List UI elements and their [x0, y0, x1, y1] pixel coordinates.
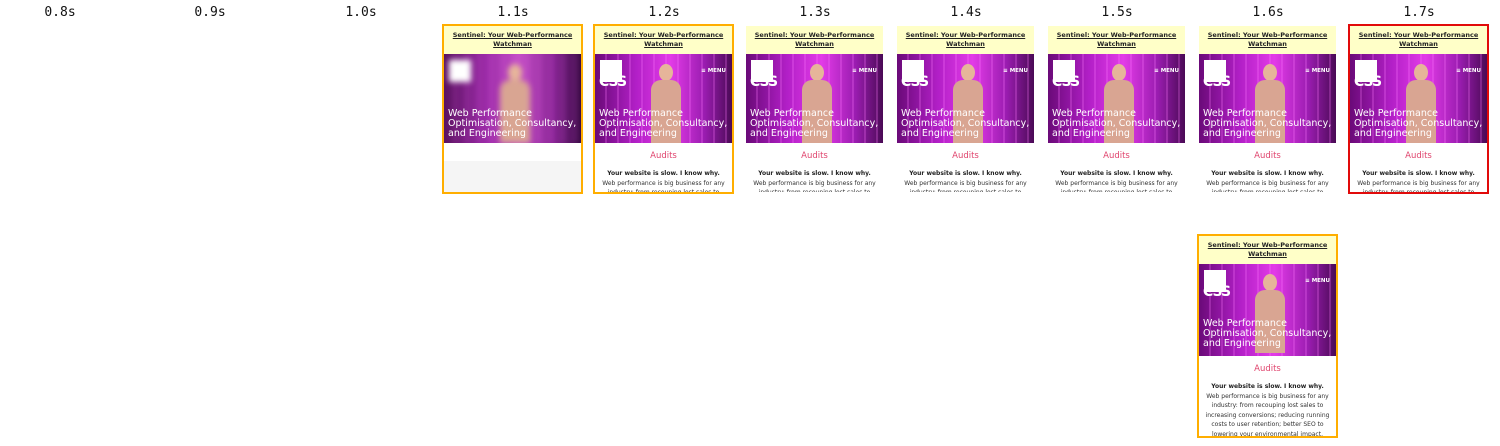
filmstrip-frame[interactable]: Sentinel: Your Web-Performance Watchman …: [442, 24, 583, 194]
hero-image: CSS ≡ MENU Web Performance Optimisation,…: [595, 54, 732, 143]
intro-body: Web performance is big business for any …: [1205, 392, 1330, 438]
banner-link[interactable]: Sentinel: Your Web-Performance Watchman: [897, 31, 1034, 49]
menu-button[interactable]: ≡ MENU: [1154, 68, 1179, 74]
hero-tagline: Web Performance Optimisation, Consultanc…: [750, 108, 879, 139]
announcement-banner: Sentinel: Your Web-Performance Watchman: [595, 26, 732, 54]
hero-image: CSS ≡ MENU Web Performance Optimisation,…: [897, 54, 1034, 143]
hero-tagline: Web Performance Optimisation, Consultanc…: [448, 108, 577, 139]
filmstrip-frame[interactable]: Sentinel: Your Web-Performance Watchman …: [1197, 24, 1338, 194]
logo-text: CSS: [901, 74, 929, 90]
filmstrip-frame-final[interactable]: Sentinel: Your Web-Performance Watchman …: [1348, 24, 1489, 194]
audits-heading: Audits: [650, 151, 677, 161]
audits-heading: Audits: [1405, 151, 1432, 161]
banner-link[interactable]: Sentinel: Your Web-Performance Watchman: [1199, 241, 1336, 259]
audits-heading: Audits: [1254, 151, 1281, 161]
intro-lead: Your website is slow. I know why.: [1211, 383, 1324, 390]
hero-tagline: Web Performance Optimisation, Consultanc…: [1354, 108, 1483, 139]
hero-tagline: Web Performance Optimisation, Consultanc…: [1052, 108, 1181, 139]
announcement-banner: Sentinel: Your Web-Performance Watchman: [1199, 236, 1336, 264]
timestamp-label: 1.0s: [345, 5, 377, 20]
hero-image: CSS ≡ MENU Web Performance Optimisation,…: [746, 54, 883, 143]
banner-link[interactable]: Sentinel: Your Web-Performance Watchman: [444, 31, 581, 49]
hero-tagline: Web Performance Optimisation, Consultanc…: [901, 108, 1030, 139]
logo-text: CSS: [599, 74, 627, 90]
filmstrip-frame-secondary[interactable]: Sentinel: Your Web-Performance Watchman …: [1197, 234, 1338, 438]
intro-copy: Your website is slow. I know why. Web per…: [1199, 376, 1336, 438]
filmstrip-frame[interactable]: Sentinel: Your Web-Performance Watchman …: [1046, 24, 1187, 194]
logo-text: CSS: [1203, 74, 1231, 90]
audits-heading: Audits: [801, 151, 828, 161]
timestamp-label: 1.4s: [950, 5, 982, 20]
hero-image: CSS ≡ MENU Web Performance Optimisation,…: [1199, 54, 1336, 143]
menu-button[interactable]: ≡ MENU: [852, 68, 877, 74]
timestamp-label: 1.6s: [1252, 5, 1284, 20]
timestamp-label: 1.3s: [799, 5, 831, 20]
audits-heading: Audits: [1254, 364, 1281, 374]
intro-copy: Your website is slow. I know why. Web per…: [595, 163, 732, 194]
logo-text: CSS: [1354, 74, 1382, 90]
timestamp-label: 1.7s: [1403, 5, 1435, 20]
logo-text: CSS: [1203, 284, 1231, 300]
announcement-banner: Sentinel: Your Web-Performance Watchman: [1199, 26, 1336, 54]
hero-image: CSS ≡ MENU Web Performance Optimisation,…: [1048, 54, 1185, 143]
intro-copy: Your website is slow. I know why. Web per…: [1048, 163, 1185, 194]
announcement-banner: Sentinel: Your Web-Performance Watchman: [444, 26, 581, 54]
menu-button[interactable]: ≡ MENU: [1305, 278, 1330, 284]
banner-link[interactable]: Sentinel: Your Web-Performance Watchman: [595, 31, 732, 49]
intro-lead: Your website is slow. I know why.: [909, 170, 1022, 177]
site-logo: [449, 60, 471, 82]
intro-copy: Your website is slow. I know why. Web per…: [746, 163, 883, 194]
intro-body: Web performance is big business for any …: [904, 179, 1027, 194]
intro-copy: Your website is slow. I know why. Web per…: [897, 163, 1034, 194]
announcement-banner: Sentinel: Your Web-Performance Watchman: [1048, 26, 1185, 54]
timestamp-label: 1.1s: [497, 5, 529, 20]
hero-tagline: Web Performance Optimisation, Consultanc…: [1203, 108, 1332, 139]
timestamp-label: 0.9s: [194, 5, 226, 20]
banner-link[interactable]: Sentinel: Your Web-Performance Watchman: [1350, 31, 1487, 49]
filmstrip-frame[interactable]: Sentinel: Your Web-Performance Watchman …: [593, 24, 734, 194]
audits-heading: Audits: [952, 151, 979, 161]
intro-lead: Your website is slow. I know why.: [758, 170, 871, 177]
filmstrip-frame[interactable]: Sentinel: Your Web-Performance Watchman …: [744, 24, 885, 194]
announcement-banner: Sentinel: Your Web-Performance Watchman: [897, 26, 1034, 54]
menu-button[interactable]: ≡ MENU: [701, 68, 726, 74]
intro-lead: Your website is slow. I know why.: [1211, 170, 1324, 177]
menu-button[interactable]: ≡ MENU: [1305, 68, 1330, 74]
audits-heading: Audits: [1103, 151, 1130, 161]
hero-tagline: Web Performance Optimisation, Consultanc…: [599, 108, 728, 139]
intro-lead: Your website is slow. I know why.: [1060, 170, 1173, 177]
timestamp-label: 1.5s: [1101, 5, 1133, 20]
unrendered-content: [444, 161, 581, 192]
banner-link[interactable]: Sentinel: Your Web-Performance Watchman: [746, 31, 883, 49]
intro-body: Web performance is big business for any …: [753, 179, 876, 194]
timestamp-label: 1.2s: [648, 5, 680, 20]
hero-image: CSS ≡ MENU Web Performance Optimisation,…: [1199, 264, 1336, 356]
intro-body: Web performance is big business for any …: [1055, 179, 1178, 194]
announcement-banner: Sentinel: Your Web-Performance Watchman: [1350, 26, 1487, 54]
logo-text: CSS: [1052, 74, 1080, 90]
hero-image: CSS ≡ MENU Web Performance Optimisation,…: [1350, 54, 1487, 143]
logo-text: CSS: [750, 74, 778, 90]
timestamp-label: 0.8s: [44, 5, 76, 20]
menu-button[interactable]: ≡ MENU: [1003, 68, 1028, 74]
banner-link[interactable]: Sentinel: Your Web-Performance Watchman: [1048, 31, 1185, 49]
announcement-banner: Sentinel: Your Web-Performance Watchman: [746, 26, 883, 54]
intro-body: Web performance is big business for any …: [1357, 179, 1480, 194]
intro-body: Web performance is big business for any …: [602, 179, 725, 194]
intro-copy: Your website is slow. I know why. Web per…: [1350, 163, 1487, 194]
intro-body: Web performance is big business for any …: [1206, 179, 1329, 194]
intro-lead: Your website is slow. I know why.: [1362, 170, 1475, 177]
filmstrip-frame[interactable]: Sentinel: Your Web-Performance Watchman …: [895, 24, 1036, 194]
menu-button[interactable]: ≡ MENU: [1456, 68, 1481, 74]
banner-link[interactable]: Sentinel: Your Web-Performance Watchman: [1199, 31, 1336, 49]
hero-image: Web Performance Optimisation, Consultanc…: [444, 54, 581, 143]
hero-tagline: Web Performance Optimisation, Consultanc…: [1203, 318, 1332, 349]
intro-copy: Your website is slow. I know why. Web per…: [1199, 163, 1336, 194]
intro-lead: Your website is slow. I know why.: [607, 170, 720, 177]
